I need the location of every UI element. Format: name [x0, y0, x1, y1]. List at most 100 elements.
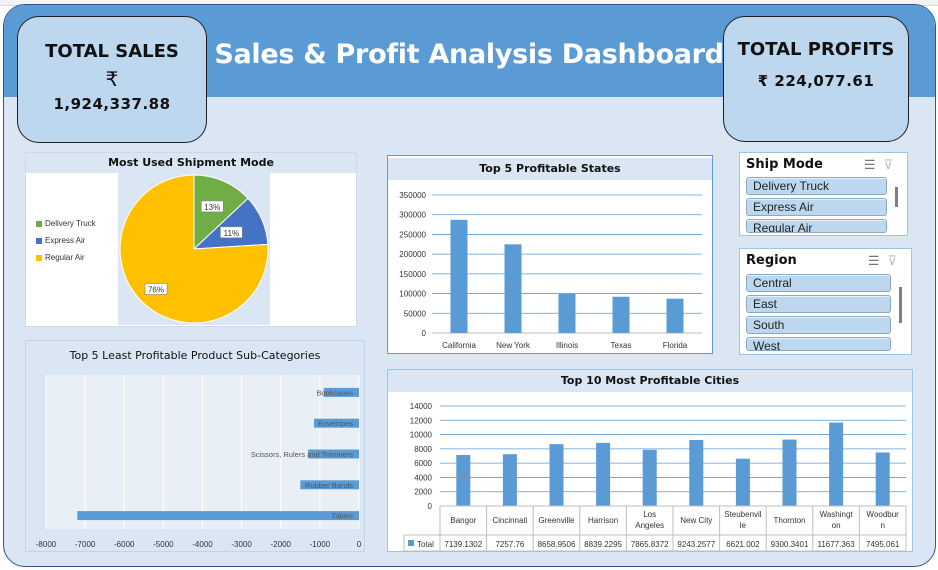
category-label: Rubber Bands: [305, 481, 353, 490]
slicer-item-west[interactable]: West: [746, 337, 891, 351]
least-profitable-subcategories-chart[interactable]: Top 5 Least Profitable Product Sub-Categ…: [25, 340, 365, 552]
table-value: 8658.9506: [538, 540, 576, 549]
x-tick-label: -8000: [36, 540, 57, 549]
legend-label: Regular Air: [45, 253, 85, 262]
slicer-item-delivery-truck[interactable]: Delivery Truck: [746, 177, 887, 195]
bar-illinois: [558, 293, 576, 333]
table-value: 7139.1302: [444, 540, 482, 549]
chart-title: Top 10 Most Profitable Cities: [388, 370, 912, 392]
table-value: 9243.2577: [677, 540, 715, 549]
region-slicer[interactable]: Region ☰⊽ Central East South West: [739, 248, 912, 355]
y-tick-label: 6000: [414, 459, 432, 468]
x-category-label: Woodbur: [867, 510, 900, 519]
chart-title: Most Used Shipment Mode: [26, 153, 356, 173]
multi-select-icon[interactable]: ☰: [864, 157, 884, 172]
x-category-label: New City: [680, 516, 712, 525]
x-tick-label: -7000: [75, 540, 96, 549]
pie-data-label: 76%: [144, 283, 168, 295]
pie-plot: 13% 11% 76%: [118, 173, 270, 325]
chart-title: Top 5 Profitable States: [388, 158, 712, 180]
category-label: Scissors, Rulers and Trimmers: [251, 450, 353, 459]
category-label: Envelopes: [318, 419, 353, 428]
bar-thornton: [782, 439, 797, 506]
chart-title: Top 5 Least Profitable Product Sub-Categ…: [26, 341, 364, 371]
slicer-title: Region: [746, 253, 797, 268]
bar-new-york: [504, 244, 522, 333]
y-tick-label: 50000: [404, 309, 427, 318]
clear-filter-icon[interactable]: ⊽: [887, 253, 905, 268]
bar-woodburn: [875, 452, 890, 506]
slicer-item-central[interactable]: Central: [746, 274, 891, 292]
cities-plot: 0 2000 4000 6000 8000 10000 12000 14000 Bangor 71…: [403, 402, 907, 552]
x-tick-label: California: [442, 341, 476, 350]
dashboard-title: Sales & Profit Analysis Dashboard: [214, 39, 724, 70]
total-sales-card[interactable]: TOTAL SALES ₹ 1,924,337.88: [17, 16, 207, 143]
legend-label: Delivery Truck: [45, 219, 96, 228]
clear-filter-icon[interactable]: ⊽: [883, 157, 901, 172]
total-profits-label: TOTAL PROFITS: [737, 39, 895, 60]
y-tick-label: 350000: [399, 191, 426, 200]
shipment-mode-chart[interactable]: Most Used Shipment Mode Delivery Truck E…: [25, 152, 357, 327]
bar-texas: [612, 296, 630, 333]
slicer-scrollbar[interactable]: [899, 287, 902, 323]
bar-steubenville: [735, 458, 750, 506]
ship-mode-slicer[interactable]: Ship Mode ☰⊽ Delivery Truck Express Air …: [739, 152, 908, 236]
bar-greenville: [549, 444, 564, 506]
table-value: 6621.002: [726, 540, 760, 549]
legend-item-delivery-truck: Delivery Truck: [36, 219, 96, 228]
total-profits-card[interactable]: TOTAL PROFITS ₹ 224,077.61: [723, 16, 909, 142]
bar-california: [450, 219, 468, 333]
slicer-item-east[interactable]: East: [746, 295, 891, 313]
x-category-label: Harrison: [588, 516, 618, 525]
excel-canvas: Sales & Profit Analysis Dashboard TOTAL …: [0, 0, 938, 570]
x-tick-label: -6000: [114, 540, 135, 549]
x-category-label: Cincinnati: [492, 516, 527, 525]
y-tick-label: 12000: [410, 416, 433, 425]
x-category-label: Los: [643, 510, 656, 519]
legend-item-regular-air: Regular Air: [36, 253, 85, 262]
y-tick-label: 200000: [399, 250, 426, 259]
y-tick-label: 10000: [410, 431, 433, 440]
x-tick-label: New York: [496, 341, 531, 350]
top-states-chart[interactable]: Top 5 Profitable States 0 50000 100000 1500…: [387, 155, 713, 354]
x-category-label: Bangor: [450, 516, 476, 525]
total-sales-label: TOTAL SALES: [45, 41, 179, 62]
y-tick-label: 100000: [399, 290, 426, 299]
x-category-label: Steubenvil: [724, 510, 762, 519]
top-cities-chart[interactable]: Top 10 Most Profitable Cities 0 2000 4000 6…: [387, 369, 913, 552]
multi-select-icon[interactable]: ☰: [868, 253, 888, 268]
x-category-label: Angeles: [635, 521, 664, 530]
bar-florida: [666, 298, 684, 333]
table-value: 8839.2295: [584, 540, 622, 549]
slicer-item-south[interactable]: South: [746, 316, 891, 334]
slicer-item-regular-air[interactable]: Regular Air: [746, 219, 887, 233]
y-tick-label: 2000: [414, 488, 432, 497]
x-tick-label: Texas: [611, 341, 632, 350]
x-category-label: Thornton: [773, 516, 805, 525]
legend-key: [408, 540, 414, 546]
x-tick-label: 0: [357, 540, 362, 549]
x-tick-label: -2000: [271, 540, 292, 549]
y-tick-label: 8000: [414, 445, 432, 454]
y-tick-label: 0: [422, 329, 427, 338]
x-category-label: n: [880, 521, 884, 530]
bar-tables: [77, 511, 360, 521]
slicer-item-express-air[interactable]: Express Air: [746, 198, 887, 216]
category-label: Bookcases: [316, 388, 353, 397]
bar-washington: [829, 422, 844, 506]
y-tick-label: 150000: [399, 270, 426, 279]
x-tick-label: -1000: [310, 540, 331, 549]
y-tick-label: 300000: [399, 211, 426, 220]
pie-data-label-text: 76%: [148, 285, 164, 294]
bar-cincinnati: [502, 454, 517, 506]
slicer-scrollbar[interactable]: [895, 187, 898, 207]
states-plot: 0 50000 100000 150000 200000 250000 300000 3500…: [399, 191, 702, 350]
category-label: Tables: [331, 512, 353, 521]
legend-label: Express Air: [45, 236, 86, 245]
table-value: 7865.8372: [631, 540, 669, 549]
series-label: Total: [417, 540, 434, 549]
slicer-title: Ship Mode: [746, 157, 823, 172]
x-category-label: Washingt: [820, 510, 854, 519]
table-value: 9300.3401: [771, 540, 809, 549]
table-value: 7257.76: [495, 540, 524, 549]
